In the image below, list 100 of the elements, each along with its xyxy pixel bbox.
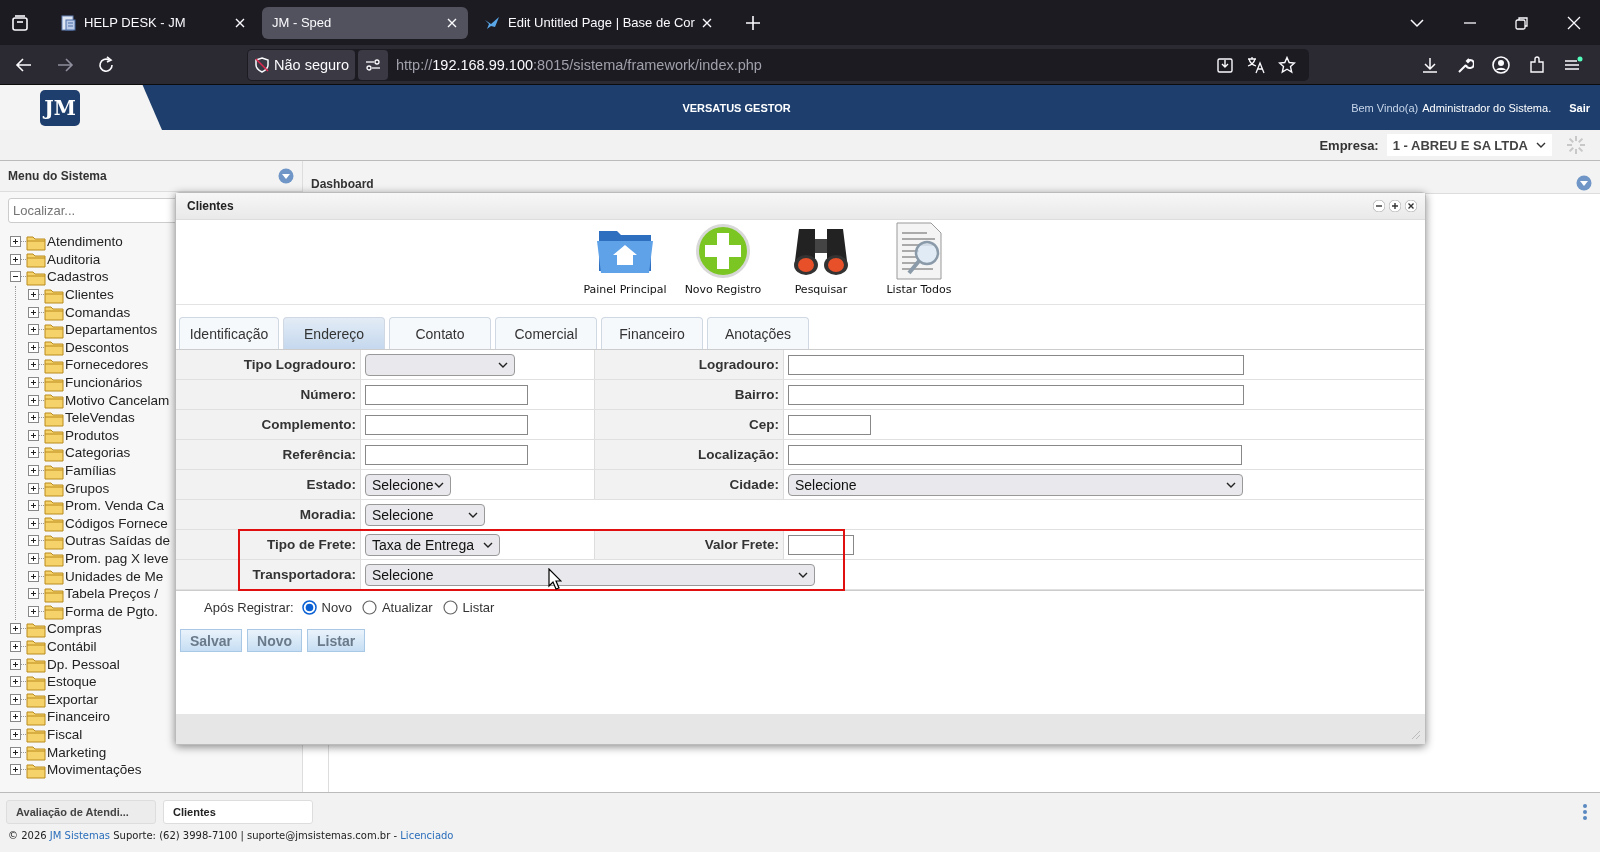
browser-tab[interactable]: HELP DESK - JM: [50, 6, 256, 39]
menu-item[interactable]: Comandas: [65, 304, 131, 320]
security-button[interactable]: Não seguro: [248, 49, 355, 80]
menu-item[interactable]: TeleVendas: [65, 410, 135, 426]
more-icon[interactable]: [1582, 802, 1588, 821]
logout-link[interactable]: Sair: [1569, 101, 1590, 114]
expand-icon[interactable]: [28, 447, 39, 459]
expand-icon[interactable]: [10, 236, 21, 248]
radio-label[interactable]: Atualizar: [381, 599, 433, 615]
menu-item[interactable]: Dp. Pessoal: [47, 656, 120, 672]
expand-icon[interactable]: [10, 711, 21, 723]
home-button[interactable]: Painel Principal: [583, 221, 667, 304]
menu-item[interactable]: Contábil: [47, 638, 97, 654]
input-field[interactable]: [788, 444, 1242, 465]
tab-list-icon[interactable]: [10, 12, 30, 33]
expand-icon[interactable]: [28, 429, 39, 441]
search-button[interactable]: Pesquisar: [779, 221, 863, 304]
radio-button[interactable]: [361, 599, 377, 615]
expand-icon[interactable]: [28, 605, 39, 617]
menu-item[interactable]: Cadastros: [47, 269, 109, 285]
expand-icon[interactable]: [28, 535, 39, 547]
window-tab[interactable]: Clientes: [163, 799, 313, 824]
window-tab[interactable]: Avaliação de Atendi...: [6, 799, 156, 824]
close-icon[interactable]: [1405, 200, 1417, 212]
list-all-button[interactable]: Listar Todos: [877, 221, 961, 304]
select-field[interactable]: Taxa de Entrega: [365, 533, 500, 556]
browser-tab[interactable]: Edit Untitled Page | Base de Cor: [474, 6, 723, 39]
expand-icon[interactable]: [10, 693, 21, 705]
new-tab-icon[interactable]: [744, 14, 761, 31]
select-field[interactable]: Selecione: [365, 563, 815, 586]
expand-icon[interactable]: [10, 253, 21, 265]
expand-icon[interactable]: [10, 640, 21, 652]
expand-icon[interactable]: [28, 341, 39, 353]
menu-item[interactable]: Atendimento: [47, 234, 123, 250]
menu-item[interactable]: Unidades de Me: [65, 568, 164, 584]
radio-label[interactable]: Listar: [462, 599, 495, 615]
back-icon[interactable]: [15, 55, 33, 74]
reload-icon[interactable]: [97, 55, 115, 74]
form-tab[interactable]: Endereço: [283, 317, 385, 349]
select-field[interactable]: [365, 353, 515, 376]
license-link[interactable]: Licenciado: [400, 830, 454, 841]
close-icon[interactable]: [700, 16, 713, 29]
input-field[interactable]: [788, 534, 854, 555]
input-field[interactable]: [365, 384, 528, 405]
download-icon[interactable]: [1421, 55, 1439, 74]
restore-icon[interactable]: [1515, 15, 1529, 30]
expand-icon[interactable]: [10, 623, 21, 635]
expand-icon[interactable]: [28, 289, 39, 301]
input-field[interactable]: [365, 444, 528, 465]
input-field[interactable]: [365, 414, 528, 435]
menu-item[interactable]: Marketing: [47, 744, 107, 760]
form-tab[interactable]: Comercial: [495, 317, 597, 349]
expand-icon[interactable]: [28, 465, 39, 476]
company-link[interactable]: JM Sistemas: [49, 830, 111, 841]
menu-item[interactable]: Produtos: [65, 427, 120, 443]
menu-item[interactable]: Funcionários: [65, 375, 143, 391]
expand-icon[interactable]: [28, 412, 39, 424]
radio-selected[interactable]: [301, 599, 317, 615]
collapse-icon[interactable]: [10, 271, 21, 283]
menu-item[interactable]: Fiscal: [47, 726, 83, 742]
expand-icon[interactable]: [28, 500, 39, 512]
select-field[interactable]: Selecione: [365, 503, 485, 526]
expand-icon[interactable]: [28, 482, 39, 494]
permissions-button[interactable]: [357, 49, 388, 80]
select-field[interactable]: Selecione: [788, 473, 1243, 496]
extensions-icon[interactable]: [1528, 55, 1546, 74]
menu-item[interactable]: Financeiro: [47, 709, 111, 725]
expand-icon[interactable]: [28, 588, 39, 600]
browser-tab[interactable]: JM - Sped: [262, 6, 468, 39]
resize-grip-icon[interactable]: [1411, 730, 1421, 740]
menu-item[interactable]: Forma de Pgto.: [65, 603, 159, 619]
minimize-icon[interactable]: [1373, 200, 1385, 212]
menu-item[interactable]: Famílias: [65, 463, 116, 478]
menu-item[interactable]: Prom. pag X leve: [65, 551, 169, 566]
expand-icon[interactable]: [28, 517, 39, 529]
expand-icon[interactable]: [28, 324, 39, 336]
star-icon[interactable]: [1278, 55, 1296, 74]
menu-item[interactable]: Prom. Venda Ca: [65, 498, 165, 514]
new-record-button[interactable]: Novo Registro: [681, 221, 765, 304]
expand-icon[interactable]: [10, 728, 21, 740]
expand-icon[interactable]: [28, 377, 39, 389]
save-page-icon[interactable]: [1216, 55, 1234, 74]
expand-icon[interactable]: [10, 746, 21, 758]
expand-icon[interactable]: [10, 676, 21, 688]
translate-icon[interactable]: [1247, 55, 1265, 74]
form-tab[interactable]: Contato: [389, 317, 491, 349]
input-field[interactable]: [788, 414, 871, 435]
forward-icon[interactable]: [56, 55, 74, 74]
wrench-icon[interactable]: [1456, 55, 1474, 74]
company-select[interactable]: 1 - ABREU E SA LTDA: [1386, 134, 1552, 156]
menu-item[interactable]: Departamentos: [65, 322, 158, 338]
address-field[interactable]: http://192.168.99.100:8015/sistema/framework/index.php: [395, 56, 1216, 73]
expand-icon[interactable]: [28, 570, 39, 582]
menu-item[interactable]: Categorias: [65, 445, 131, 461]
menu-item[interactable]: Tabela Preços /: [65, 586, 159, 602]
menu-item[interactable]: Motivo Cancelam: [65, 392, 170, 408]
input-field[interactable]: [788, 384, 1244, 405]
menu-item[interactable]: Estoque: [47, 674, 97, 690]
form-tab[interactable]: Anotações: [707, 317, 809, 349]
input-field[interactable]: [788, 354, 1244, 375]
